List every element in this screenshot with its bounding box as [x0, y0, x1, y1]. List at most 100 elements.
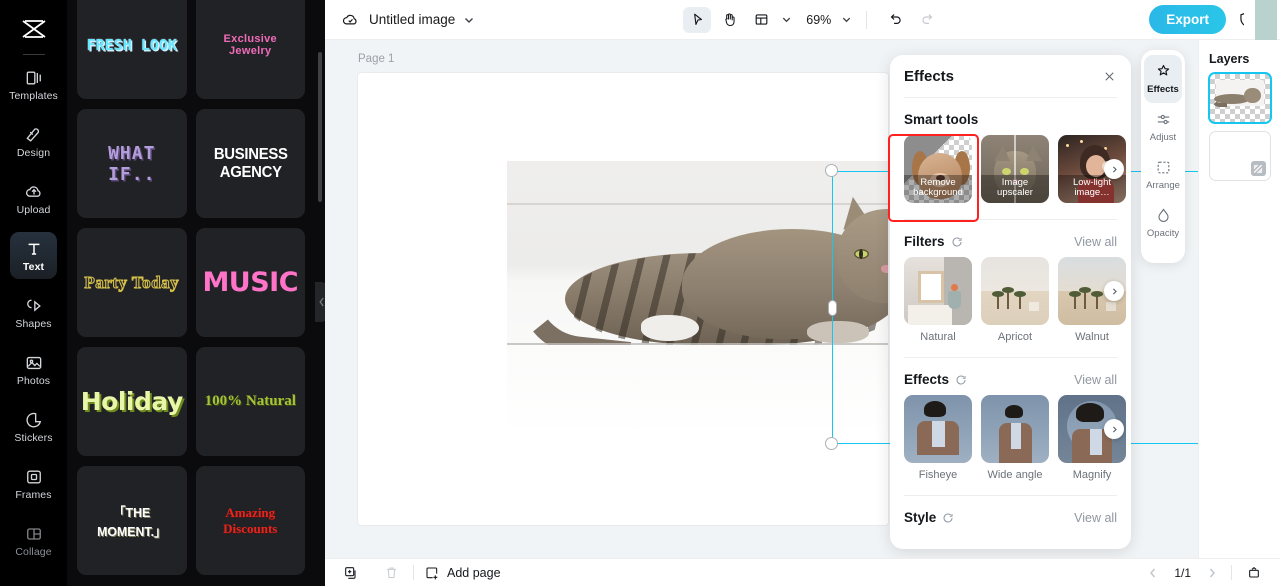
- canvas-page[interactable]: [358, 73, 888, 525]
- chevron-down-icon[interactable]: [463, 14, 475, 26]
- sidebar-item-photos[interactable]: Photos: [10, 346, 57, 393]
- rail-item-label: Effects: [1147, 84, 1179, 95]
- cursor-select-icon[interactable]: [683, 6, 712, 33]
- rail-item-effects[interactable]: Effects: [1144, 55, 1182, 103]
- effects-panel: Effects Smart tools Remove background Im…: [890, 55, 1131, 549]
- refresh-icon[interactable]: [951, 236, 963, 248]
- add-page-button[interactable]: Add page: [424, 565, 501, 581]
- sidebar-item-shapes[interactable]: Shapes: [10, 289, 57, 336]
- canvas-area[interactable]: Page 1: [325, 40, 1280, 558]
- cloud-saved-icon: [341, 10, 360, 29]
- rail-divider: [22, 54, 45, 55]
- sidebar-item-upload[interactable]: Upload: [10, 175, 57, 222]
- natural-filter-thumbnail[interactable]: [904, 257, 972, 325]
- resize-handle-bottom-left[interactable]: [825, 437, 838, 450]
- text-templates-panel: FRESH LOOK Exclusive Jewelry WHAT IF.. B…: [67, 0, 325, 586]
- resize-handle-middle-left[interactable]: [828, 300, 837, 316]
- rail-item-opacity[interactable]: Opacity: [1144, 199, 1182, 247]
- filters-view-all[interactable]: View all: [1074, 235, 1117, 249]
- chevron-down-icon[interactable]: [781, 14, 792, 25]
- chevron-right-icon: [1203, 564, 1221, 582]
- layers-panel: Layers: [1198, 40, 1280, 558]
- cat-photo[interactable]: [507, 161, 888, 436]
- layer-thumbnail-background[interactable]: [1209, 132, 1270, 180]
- offscreen-fragment: [1244, 0, 1255, 28]
- templates-scrollbar[interactable]: [318, 52, 322, 202]
- chevron-right-icon[interactable]: [1104, 159, 1124, 179]
- text-template-card[interactable]: MUSIC: [195, 228, 305, 337]
- sidebar-item-collage[interactable]: Collage: [10, 517, 57, 564]
- sidebar-item-stickers[interactable]: Stickers: [10, 403, 57, 450]
- remove-background-thumbnail[interactable]: Remove background: [904, 135, 972, 203]
- sidebar-item-frames[interactable]: Frames: [10, 460, 57, 507]
- effects-panel-header: Effects: [890, 55, 1131, 97]
- text-template-card[interactable]: 「THE MOMENT.」: [77, 466, 187, 575]
- capcut-logo-icon[interactable]: [17, 12, 51, 46]
- text-template-card[interactable]: Amazing Discounts: [195, 466, 305, 575]
- add-page-icon: [426, 566, 438, 579]
- page-nav-group: 1/1: [1144, 562, 1266, 584]
- thumbnail-caption: Image upscaler: [981, 174, 1049, 203]
- close-icon[interactable]: [1102, 69, 1117, 84]
- image-upscaler-thumbnail[interactable]: Image upscaler: [981, 135, 1049, 203]
- text-template-card[interactable]: BUSINESS AGENCY: [195, 109, 305, 218]
- present-icon[interactable]: [1242, 562, 1266, 584]
- text-template-card[interactable]: Holiday: [77, 347, 187, 456]
- refresh-icon[interactable]: [942, 512, 954, 524]
- effects-tool-rail: Effects Adjust Arrange Opacity: [1141, 50, 1185, 263]
- zoom-level[interactable]: 69%: [806, 13, 831, 27]
- text-template-card[interactable]: WHAT IF..: [77, 109, 187, 218]
- style-header: Style View all: [890, 496, 1131, 533]
- effects-view-all[interactable]: View all: [1074, 373, 1117, 387]
- toolbar-divider: [1231, 565, 1232, 580]
- filters-header: Filters View all: [890, 220, 1131, 257]
- template-text: WHAT IF..: [108, 142, 156, 185]
- template-text: Amazing Discounts: [223, 504, 278, 536]
- text-template-card[interactable]: FRESH LOOK: [77, 0, 187, 99]
- text-template-card[interactable]: Party Today: [77, 228, 187, 337]
- filter-caption: Natural: [920, 331, 956, 343]
- fisheye-effect-thumbnail[interactable]: [904, 395, 972, 463]
- smart-tool-item[interactable]: Remove background: [904, 135, 972, 203]
- apricot-filter-thumbnail[interactable]: [981, 257, 1049, 325]
- sidebar-item-templates[interactable]: Templates: [9, 61, 58, 108]
- sidebar-item-text[interactable]: Text: [10, 232, 57, 279]
- document-title[interactable]: Untitled image: [369, 12, 455, 27]
- effect-item[interactable]: Fisheye: [904, 395, 972, 481]
- smart-tools-header: Smart tools: [890, 98, 1131, 135]
- smart-tools-row: Remove background Image upscaler Low-lig…: [890, 135, 1131, 203]
- chevron-right-icon[interactable]: [1104, 419, 1124, 439]
- filter-item[interactable]: Apricot: [981, 257, 1049, 343]
- layout-grid-icon[interactable]: [747, 7, 775, 33]
- smart-tool-item[interactable]: Image upscaler: [981, 135, 1049, 203]
- section-title: Effects: [904, 372, 950, 387]
- layer-thumbnail-cat[interactable]: [1209, 74, 1270, 122]
- duplicate-page-icon[interactable]: [339, 562, 363, 584]
- sidebar-item-design[interactable]: Design: [10, 118, 57, 165]
- undo-icon[interactable]: [881, 7, 909, 33]
- template-text: MUSIC: [202, 267, 299, 298]
- hand-pan-icon[interactable]: [715, 7, 743, 33]
- effect-caption: Wide angle: [987, 469, 1043, 481]
- template-text: Holiday: [80, 387, 184, 416]
- effect-item[interactable]: Wide angle: [981, 395, 1049, 481]
- resize-handle-top-left[interactable]: [825, 164, 838, 177]
- refresh-icon[interactable]: [955, 374, 967, 386]
- rail-item-label: Adjust: [1149, 132, 1177, 143]
- thumbnail-caption: Remove background: [904, 174, 972, 203]
- toolbar-divider: [413, 565, 414, 580]
- template-text: BUSINESS AGENCY: [213, 145, 288, 181]
- rail-item-arrange[interactable]: Arrange: [1144, 151, 1182, 199]
- rail-item-adjust[interactable]: Adjust: [1144, 103, 1182, 151]
- style-view-all[interactable]: View all: [1074, 511, 1117, 525]
- text-template-card[interactable]: Exclusive Jewelry: [195, 0, 305, 99]
- wide-angle-effect-thumbnail[interactable]: [981, 395, 1049, 463]
- text-template-card[interactable]: 100% Natural: [195, 347, 305, 456]
- export-button[interactable]: Export: [1149, 5, 1226, 34]
- section-title: Smart tools: [904, 112, 979, 127]
- chevron-right-icon[interactable]: [1104, 281, 1124, 301]
- cat-paw-right: [807, 321, 869, 343]
- template-text: Party Today: [84, 272, 180, 292]
- filter-item[interactable]: Natural: [904, 257, 972, 343]
- chevron-down-icon[interactable]: [841, 14, 852, 25]
